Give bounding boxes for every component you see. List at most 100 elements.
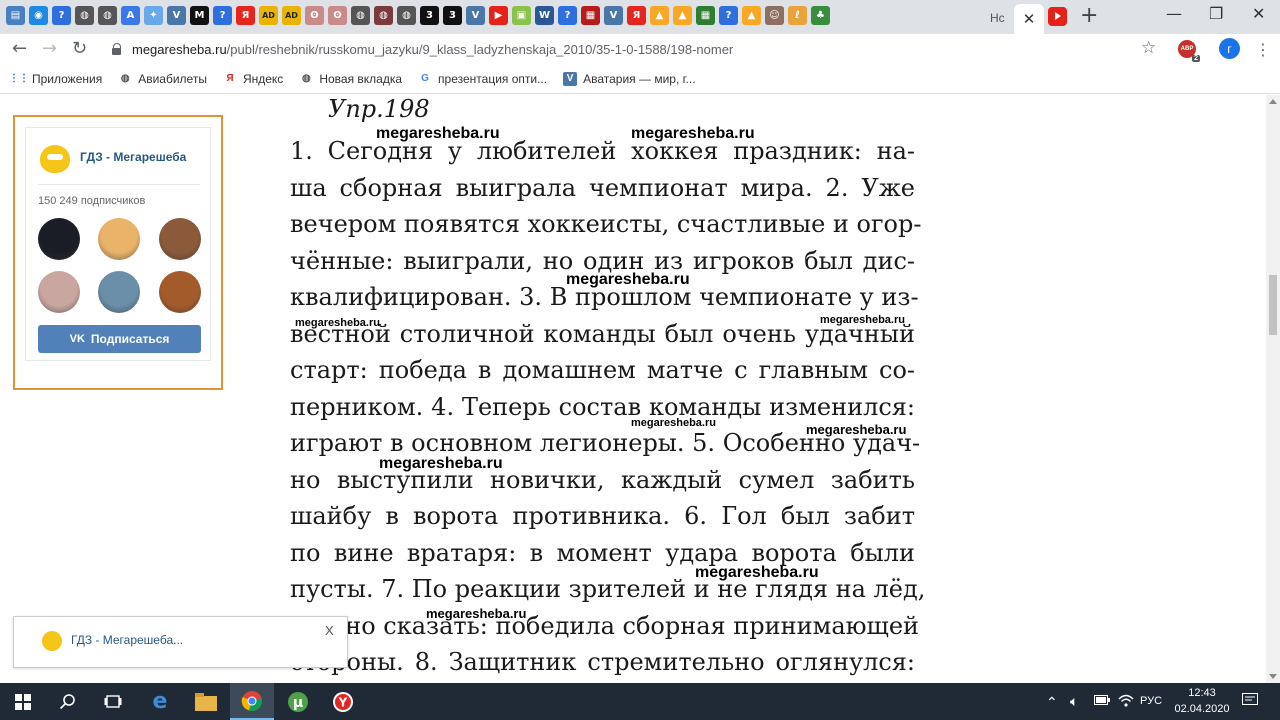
owl-icon[interactable]: ʘ	[328, 6, 347, 25]
mountain-icon[interactable]: ▲	[673, 6, 692, 25]
bookmark-star-icon[interactable]: ☆	[1141, 38, 1156, 58]
help-icon[interactable]: ?	[558, 6, 577, 25]
member-avatar[interactable]	[38, 271, 80, 313]
language-indicator[interactable]: РУС	[1140, 695, 1162, 707]
member-avatar[interactable]	[98, 271, 140, 313]
subscribe-button[interactable]: VK Подписаться	[38, 325, 201, 353]
member-avatar[interactable]	[98, 218, 140, 260]
address-bar[interactable]: megaresheba.ru/publ/reshebnik/russkomu_j…	[104, 38, 1168, 60]
globe-icon[interactable]: ◍	[351, 6, 370, 25]
page-icon[interactable]: ▤	[6, 6, 25, 25]
forward-icon[interactable]: →	[42, 38, 57, 59]
image-icon[interactable]: ▣	[512, 6, 531, 25]
youtube-icon[interactable]: ▶	[489, 6, 508, 25]
globe-icon[interactable]: ◍	[98, 6, 117, 25]
scroll-up-icon[interactable]	[1269, 99, 1277, 104]
help-icon[interactable]: ?	[52, 6, 71, 25]
battery-icon[interactable]	[1094, 695, 1110, 708]
popup-close-button[interactable]: X	[325, 623, 334, 638]
yandex-browser-taskbar-icon[interactable]: Y	[322, 683, 364, 720]
reload-icon[interactable]: ↻	[72, 38, 87, 59]
clock-date[interactable]: 02.04.2020	[1172, 703, 1232, 715]
circle-icon[interactable]: ◉	[29, 6, 48, 25]
yandex-icon[interactable]: Я	[627, 6, 646, 25]
community-title[interactable]: ГДЗ - Мегарешеба	[80, 150, 186, 164]
scroll-down-icon[interactable]	[1269, 674, 1277, 679]
globe-icon[interactable]: ◍	[75, 6, 94, 25]
explorer-taskbar-icon[interactable]	[185, 683, 227, 720]
page-scrollbar[interactable]	[1266, 95, 1280, 683]
member-avatar[interactable]	[159, 218, 201, 260]
vk-icon[interactable]: V	[604, 6, 623, 25]
owl-icon[interactable]: ʘ	[305, 6, 324, 25]
grid-icon[interactable]: ▦	[581, 6, 600, 25]
ad-icon[interactable]: AD	[282, 6, 301, 25]
bookmark-label: Приложения	[32, 71, 103, 86]
bookmark-item[interactable]: ◍ Новая вкладка	[299, 72, 402, 86]
yandex-icon[interactable]: Я	[236, 6, 255, 25]
bookmark-item[interactable]: V Аватария — мир, г...	[563, 71, 696, 86]
table-icon[interactable]: ▦	[696, 6, 715, 25]
vk-icon[interactable]: V	[466, 6, 485, 25]
chevron-up-icon[interactable]: ⌃	[1046, 694, 1058, 711]
volume-icon[interactable]: 🔈︎	[1070, 693, 1078, 710]
member-avatar[interactable]	[38, 218, 80, 260]
mountain-icon[interactable]: ▲	[742, 6, 761, 25]
three-icon[interactable]: 3	[420, 6, 439, 25]
exercise-text-line: ша сборная выиграла чемпионат мира. 2. У…	[290, 173, 915, 202]
exercise-text-line: можно сказать: победила сборная принимаю…	[290, 611, 920, 640]
bookmark-item[interactable]: ⋮⋮ Приложения	[9, 71, 103, 86]
globe-icon[interactable]: ◍	[374, 6, 393, 25]
minimize-button[interactable]: —	[1166, 4, 1182, 23]
browser-menu-icon[interactable]: ⋮	[1255, 40, 1271, 59]
vk-notification-popup[interactable]: ГДЗ - Мегарешеба... X	[13, 616, 348, 668]
help-icon[interactable]: ?	[719, 6, 738, 25]
m-icon[interactable]: M	[190, 6, 209, 25]
yandex-icon: Я	[226, 73, 234, 84]
bookmark-item[interactable]: Я Яндекс	[223, 72, 283, 86]
bookmark-item[interactable]: Gпрезентация опти...	[418, 72, 547, 86]
wifi-icon[interactable]	[1118, 693, 1134, 710]
clock-time[interactable]: 12:43	[1172, 687, 1232, 699]
globe-icon[interactable]: ◍	[397, 6, 416, 25]
search-button[interactable]	[48, 683, 88, 720]
person-icon[interactable]: ☺	[765, 6, 784, 25]
scrollbar-thumb[interactable]	[1269, 275, 1277, 335]
mountain-icon[interactable]: ▲	[650, 6, 669, 25]
notifications-icon[interactable]	[1242, 693, 1258, 710]
bookmark-item[interactable]: ◍ Авиабилеты	[118, 72, 207, 86]
close-window-button[interactable]: ✕	[1252, 4, 1265, 23]
active-tab[interactable]: Нс ✕	[990, 4, 1044, 34]
windows-taskbar: e µ Y ⌃ 🔈︎ РУС 12:43 02.04.2020	[0, 683, 1280, 720]
utorrent-taskbar-icon[interactable]: µ	[277, 683, 319, 720]
youtube-tab-icon[interactable]	[1048, 7, 1067, 26]
community-logo-icon[interactable]	[40, 145, 70, 173]
word-icon[interactable]: W	[535, 6, 554, 25]
profile-avatar[interactable]: г	[1219, 38, 1240, 59]
watermark-text: megaresheba.ru	[295, 317, 380, 329]
vk-icon[interactable]: V	[167, 6, 186, 25]
pdf-icon[interactable]: ℓ	[788, 6, 807, 25]
popup-text[interactable]: ГДЗ - Мегарешеба...	[71, 633, 183, 647]
back-icon[interactable]: ←	[12, 38, 27, 59]
bookmarks-bar: ⋮⋮ Приложения ◍ Авиабилеты Я Яндекс ◍ Новая вкл…	[0, 64, 1280, 94]
three-icon[interactable]: 3	[443, 6, 462, 25]
watermark-text: megaresheba.ru	[631, 417, 716, 429]
edge-taskbar-icon[interactable]: e	[139, 683, 181, 720]
maximize-button[interactable]: ❐	[1209, 4, 1223, 23]
chrome-taskbar-icon[interactable]	[230, 683, 274, 720]
bookmark-label: Новая вкладка	[319, 71, 403, 86]
help-icon[interactable]: ?	[213, 6, 232, 25]
start-button[interactable]	[4, 683, 42, 720]
translate-icon[interactable]: A	[121, 6, 140, 25]
close-tab-icon[interactable]: ✕	[1023, 10, 1036, 28]
bulb-icon[interactable]: ✦	[144, 6, 163, 25]
leaf-icon[interactable]: ♣	[811, 6, 830, 25]
adblock-extension-icon[interactable]: ABP 2	[1178, 40, 1200, 62]
new-tab-button[interactable]: +	[1080, 3, 1098, 28]
ad-icon[interactable]: AD	[259, 6, 278, 25]
member-avatar[interactable]	[159, 271, 201, 313]
task-view-icon	[104, 694, 122, 708]
task-view-button[interactable]	[93, 683, 133, 720]
exercise-text-line: старт: победа в домашнем матче с главным…	[290, 356, 915, 384]
